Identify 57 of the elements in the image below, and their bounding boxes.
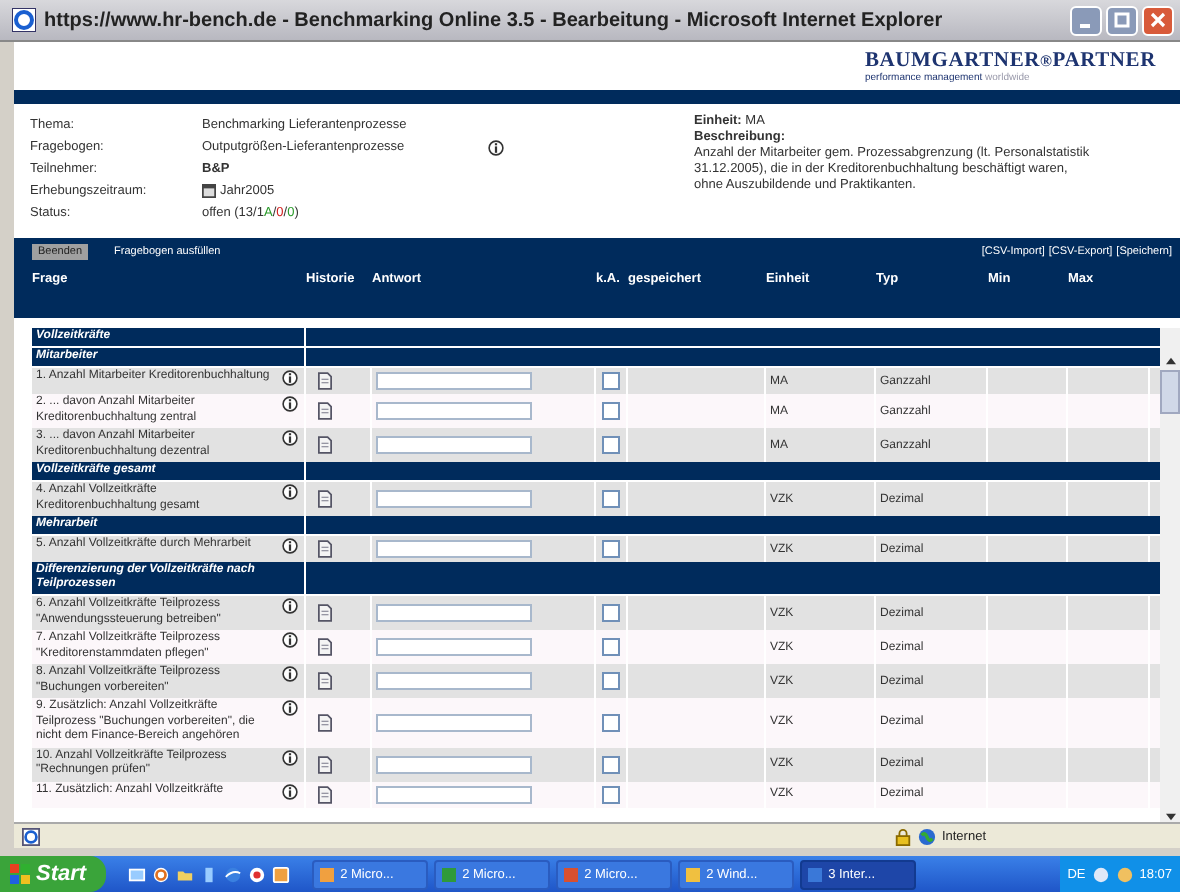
media-icon[interactable] [248,865,267,883]
answer-field[interactable] [376,672,532,690]
calendar-icon [202,184,216,198]
checkbox[interactable] [602,490,620,508]
answer-field[interactable] [376,372,532,390]
info-icon[interactable] [282,632,298,648]
answer-field[interactable] [376,755,532,773]
info-icon[interactable] [282,700,298,716]
checkbox[interactable] [602,604,620,622]
answer-field[interactable] [376,436,532,454]
info-icon[interactable] [282,538,298,554]
browser-icon[interactable] [224,865,243,883]
maximize-button[interactable] [1106,5,1138,35]
lock-icon [893,827,912,845]
close-button[interactable] [1142,5,1174,35]
info-icon[interactable] [282,598,298,614]
info-icon[interactable] [282,484,298,500]
info-icon[interactable] [282,396,298,412]
info-icon[interactable] [282,749,298,765]
browser-icon[interactable] [152,865,171,883]
scrollbar[interactable] [1160,328,1180,822]
scroll-thumb[interactable] [1160,370,1180,414]
answer-field[interactable] [376,490,532,508]
scroll-up-icon[interactable] [1163,356,1177,366]
checkbox[interactable] [602,713,620,732]
info-icon[interactable] [282,783,298,799]
answer-field[interactable] [376,402,532,420]
close-icon [1150,12,1166,28]
minimize-button[interactable] [1070,5,1102,35]
info-icon[interactable] [488,139,505,155]
answer-field[interactable] [376,540,532,558]
checkbox[interactable] [602,638,620,656]
answer-field[interactable] [376,713,532,732]
globe-icon [917,827,936,845]
browser-icon [12,8,36,32]
info-icon[interactable] [282,666,298,682]
start-button[interactable]: Start [0,856,107,892]
company-logo: BAUMGARTNER®PARTNER [864,49,1156,71]
checkbox[interactable] [602,672,620,690]
maximize-icon [1114,12,1130,28]
window-title: https://www.hr-bench.de - Benchmarking Online 3.5 - Bearbeitung - Microsoft Internet Explorer [44,9,945,31]
answer-field[interactable] [376,785,532,803]
info-icon[interactable] [282,430,298,446]
windows-flag-icon [10,864,30,884]
checkbox[interactable] [602,785,620,803]
desktop-icon[interactable] [128,865,147,883]
folder-icon[interactable] [176,865,195,883]
checkbox[interactable] [602,540,620,558]
checkbox[interactable] [602,755,620,773]
checkbox[interactable] [602,402,620,420]
info-icon[interactable] [282,370,298,386]
checkbox[interactable] [602,372,620,390]
page-icon [22,827,40,845]
checkbox[interactable] [602,436,620,454]
answer-field[interactable] [376,604,532,622]
app-icon[interactable] [272,865,291,883]
answer-field[interactable] [376,638,532,656]
